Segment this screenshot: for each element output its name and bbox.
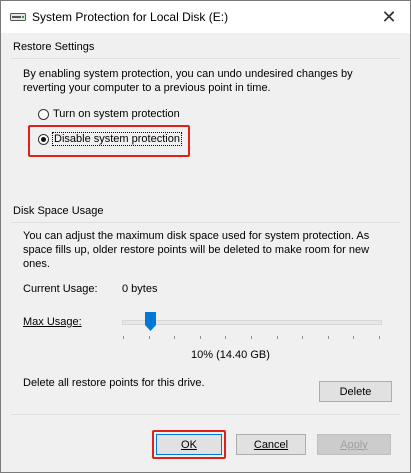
disk-description-line1: You can adjust the maximum disk space us… [23,230,370,242]
slider-tick [174,336,176,339]
close-button[interactable]: ✕ [368,1,410,33]
window-title: System Protection for Local Disk (E:) [32,10,229,24]
delete-button-label: Delete [339,385,372,398]
title-bar: System Protection for Local Disk (E:) ✕ [1,1,410,33]
highlight-box-disable [28,125,190,157]
current-usage-value: 0 bytes [122,283,158,295]
delete-button[interactable]: Delete [319,381,392,402]
disk-description-line3: ones. [23,258,50,270]
cancel-button-label: Cancel [253,438,289,451]
current-usage-label: Current Usage: [23,283,98,295]
restore-description-line2: reverting your computer to a previous po… [23,82,271,94]
apply-button: Apply [317,434,391,455]
radio-turn-on-protection[interactable]: Turn on system protection [38,108,180,120]
slider-tick [251,336,252,339]
slider-track[interactable] [122,320,382,325]
disk-space-label: Disk Space Usage [13,205,104,217]
radio-button[interactable] [38,108,49,120]
restore-settings-divider [11,58,400,59]
slider-tick [353,336,355,339]
slider-tick [123,336,124,339]
slider-tick [379,336,380,339]
slider-tick [276,336,278,339]
slider-tick [148,336,150,339]
apply-button-label: Apply [340,438,368,451]
slider-tick [225,336,227,339]
slider-thumb[interactable] [145,312,157,331]
delete-description: Delete all restore points for this drive… [23,377,205,389]
disk-space-divider [11,222,400,223]
max-usage-slider[interactable] [122,310,382,340]
drive-icon [10,13,26,21]
radio-label: Turn on system protection [53,108,180,120]
highlight-box-ok [152,430,226,459]
max-usage-text: Max Usage: [23,316,82,328]
restore-settings-label: Restore Settings [13,41,95,53]
slider-tick [327,336,329,339]
disk-description-line2: space fills up, older restore points wil… [23,244,370,256]
footer-divider [11,414,400,415]
max-usage-display: 10% (14.40 GB) [191,349,270,361]
system-protection-dialog: System Protection for Local Disk (E:) ✕ … [0,0,411,473]
cancel-button[interactable]: Cancel [236,434,306,455]
restore-description-line1: By enabling system protection, you can u… [23,68,353,80]
slider-tick [302,336,304,339]
close-icon: ✕ [381,6,397,27]
max-usage-label: Max Usage: [23,315,82,330]
slider-tick [199,336,201,339]
